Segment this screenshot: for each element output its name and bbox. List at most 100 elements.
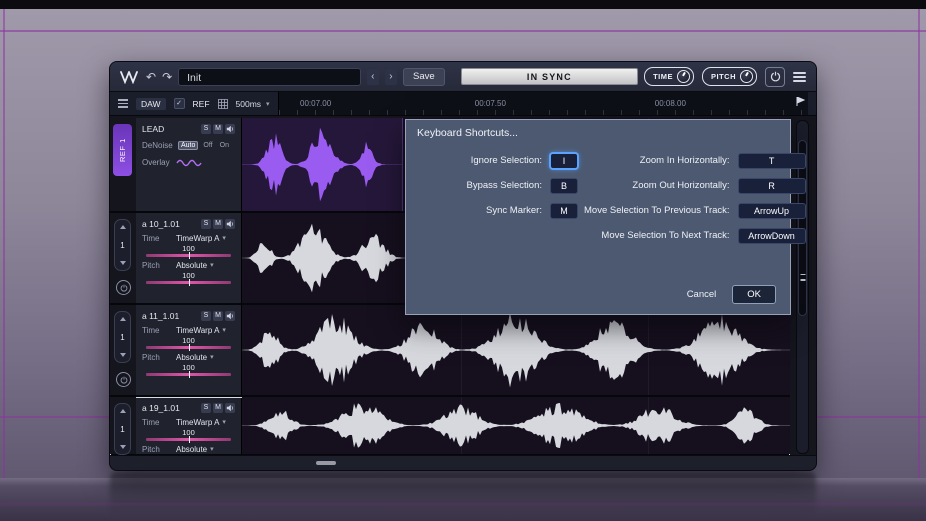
track-number-stepper[interactable]: 1 xyxy=(114,311,131,363)
shortcut-key-button[interactable]: ArrowUp xyxy=(738,203,806,219)
chevron-down-icon[interactable] xyxy=(120,445,126,449)
time-amount-slider[interactable]: 100 xyxy=(146,429,231,441)
waveform-lane[interactable] xyxy=(242,305,790,395)
track-header: a 10_1.01 S M Time TimeWarp A ▾ xyxy=(136,213,242,303)
shortcut-key-button[interactable]: ArrowDown xyxy=(738,228,806,244)
chevron-down-icon[interactable] xyxy=(120,353,126,357)
time-mode-dropdown[interactable]: Time TimeWarp A ▾ xyxy=(142,232,235,244)
desktop: ↶ ↷ Init ‹ › Save IN SYNC TIME PITCH xyxy=(0,0,926,521)
track-power-button[interactable] xyxy=(116,280,131,295)
overlay-label: Overlay xyxy=(142,158,176,167)
shortcut-label: Ignore Selection: xyxy=(471,155,542,166)
mute-button[interactable]: M xyxy=(213,124,223,134)
lead-track-strip: REF 1 xyxy=(110,118,136,211)
grid-snap-icon[interactable] xyxy=(218,99,228,109)
lead-track-header: LEAD S M DeNoise Auto Of xyxy=(136,118,242,211)
keyboard-shortcuts-dialog: Keyboard Shortcuts... Ignore Selection: … xyxy=(405,119,791,315)
pitch-mode-dropdown[interactable]: Pitch Absolute ▾ xyxy=(142,443,235,454)
chevron-up-icon[interactable] xyxy=(120,225,126,229)
next-preset-button[interactable]: › xyxy=(385,69,397,85)
track-name: a 11_1.01 xyxy=(142,311,179,321)
waveform-lane[interactable] xyxy=(242,397,790,454)
prev-preset-button[interactable]: ‹ xyxy=(367,69,379,85)
ref-track-tab[interactable]: REF 1 xyxy=(113,124,132,176)
pitch-mode-dropdown[interactable]: Pitch Absolute ▾ xyxy=(142,259,235,271)
undo-icon[interactable]: ↶ xyxy=(146,71,156,83)
resize-handle[interactable] xyxy=(316,461,336,465)
denoise-off-option[interactable]: Off xyxy=(201,142,214,149)
track-number-stepper[interactable]: 1 xyxy=(114,403,131,455)
time-toggle-label: TIME xyxy=(653,72,673,81)
shortcut-key-button[interactable]: B xyxy=(550,178,578,194)
toolbar-right-group: TIME PITCH xyxy=(644,67,806,87)
denoise-auto-option[interactable]: Auto xyxy=(178,141,198,150)
shortcut-key-button[interactable]: T xyxy=(738,153,806,169)
solo-button[interactable]: S xyxy=(201,219,211,229)
track-row-selected: 1 a 19_1.01 S M xyxy=(110,397,790,456)
power-icon xyxy=(770,71,781,82)
pitch-amount-slider[interactable]: 100 xyxy=(146,364,231,376)
time-toggle-button[interactable]: TIME xyxy=(644,67,694,86)
time-knob-icon[interactable] xyxy=(677,70,690,83)
transport-toolbar: DAW ✓ REF 500ms ▾ 00:07.00 00:07.50 00:0… xyxy=(110,92,816,116)
preset-name-field[interactable]: Init xyxy=(178,68,361,86)
denoise-label: DeNoise xyxy=(142,141,176,150)
chevron-up-icon[interactable] xyxy=(120,317,126,321)
solo-button[interactable]: S xyxy=(201,403,211,413)
sync-status-display: IN SYNC xyxy=(461,68,638,85)
main-toolbar: ↶ ↷ Init ‹ › Save IN SYNC TIME PITCH xyxy=(110,62,816,92)
chevron-down-icon[interactable] xyxy=(120,261,126,265)
track-list-icon[interactable] xyxy=(118,99,128,108)
time-mode-dropdown[interactable]: Time TimeWarp A ▾ xyxy=(142,416,235,428)
chevron-down-icon: ▾ xyxy=(210,353,214,361)
shortcut-key-button[interactable]: M xyxy=(550,203,578,219)
pitch-mode-dropdown[interactable]: Pitch Absolute ▾ xyxy=(142,351,235,363)
cancel-button[interactable]: Cancel xyxy=(687,289,717,300)
redo-icon[interactable]: ↷ xyxy=(162,71,172,83)
solo-button[interactable]: S xyxy=(201,311,211,321)
track-name: a 10_1.01 xyxy=(142,219,180,229)
mute-button[interactable]: M xyxy=(213,403,223,413)
pitch-amount-slider[interactable]: 100 xyxy=(146,272,231,284)
track-row: 1 a 11_1.01 S M xyxy=(110,305,790,397)
solo-button[interactable]: S xyxy=(201,124,211,134)
speaker-icon[interactable] xyxy=(225,311,235,321)
mute-button[interactable]: M xyxy=(213,219,223,229)
denoise-on-option[interactable]: On xyxy=(218,142,231,149)
backdrop-grid-line xyxy=(918,9,920,479)
pitch-toggle-button[interactable]: PITCH xyxy=(702,67,757,86)
track-number-stepper[interactable]: 1 xyxy=(114,219,131,271)
ok-button[interactable]: OK xyxy=(732,285,776,304)
speaker-icon[interactable] xyxy=(225,219,235,229)
ref-checkbox[interactable]: ✓ xyxy=(174,98,185,109)
chevron-up-icon[interactable] xyxy=(120,409,126,413)
save-button[interactable]: Save xyxy=(403,68,445,86)
mute-button[interactable]: M xyxy=(213,311,223,321)
marker-flag-icon[interactable] xyxy=(796,97,805,106)
track-power-button[interactable] xyxy=(116,372,131,387)
daw-mode-button[interactable]: DAW xyxy=(136,98,166,110)
time-mode-dropdown[interactable]: Time TimeWarp A ▾ xyxy=(142,324,235,336)
window-reflection xyxy=(110,472,816,521)
grid-size-dropdown[interactable]: 500ms ▾ xyxy=(236,99,270,109)
timeline-ruler[interactable]: 00:07.00 00:07.50 00:08.00 xyxy=(278,92,808,115)
hamburger-menu-icon[interactable] xyxy=(793,72,806,82)
window-bottom-bar xyxy=(110,455,816,470)
track-strip: 1 xyxy=(110,213,136,303)
pitch-toggle-label: PITCH xyxy=(711,72,736,81)
shortcut-key-button[interactable]: R xyxy=(738,178,806,194)
time-amount-slider[interactable]: 100 xyxy=(146,245,231,257)
shortcut-label: Zoom In Horizontally: xyxy=(640,155,730,166)
pitch-knob-icon[interactable] xyxy=(740,70,753,83)
desktop-top-strip xyxy=(0,0,926,9)
power-button[interactable] xyxy=(765,67,785,87)
time-amount-slider[interactable]: 100 xyxy=(146,337,231,349)
speaker-icon[interactable] xyxy=(225,403,235,413)
speaker-icon[interactable] xyxy=(225,124,235,134)
shortcut-key-button[interactable]: I xyxy=(550,153,578,169)
lead-waveform-clip[interactable] xyxy=(242,118,403,211)
overlay-waveform-icon[interactable] xyxy=(176,157,204,169)
track-header: a 11_1.01 S M Time TimeWarp A ▾ xyxy=(136,305,242,395)
power-icon xyxy=(120,284,128,292)
timeline-tick: 00:08.00 xyxy=(655,99,686,108)
